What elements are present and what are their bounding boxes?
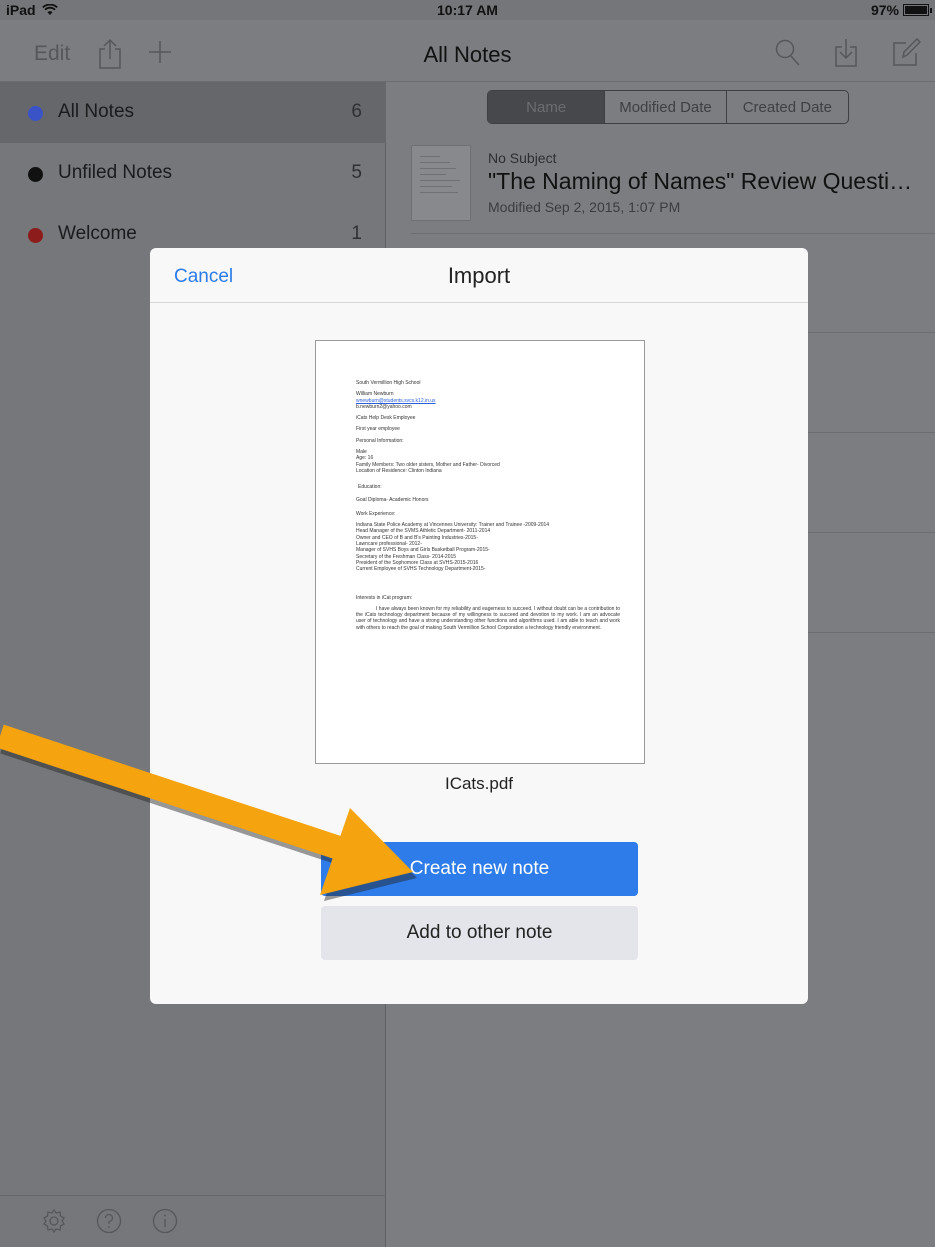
folder-count: 6 [351,101,362,122]
sidebar-toolbar [0,1195,386,1247]
folder-count: 1 [351,223,362,244]
note-subject: No Subject [488,150,557,166]
doc-education: Goal Diploma- Academic Honors [356,496,429,503]
add-to-other-note-button[interactable]: Add to other note [321,906,638,960]
doc-work-line: Current Employee of SVHS Technology Depa… [356,566,486,573]
sort-by-modified-date[interactable]: Modified Date [605,91,727,123]
battery-percent: 97% [870,2,899,18]
create-new-note-button[interactable]: Create new note [321,842,638,896]
doc-interests-heading: Interests in iCat program: [356,594,413,601]
import-icon[interactable] [834,38,858,68]
status-bar: iPad 10:17 AM 97% [0,0,935,20]
doc-education-heading: Education: [358,484,382,491]
doc-email-personal: b.newburn2@yahoo.com [356,403,412,410]
list-item[interactable]: No Subject "The Naming of Names" Review … [411,142,935,234]
file-name: ICats.pdf [444,774,514,793]
help-icon[interactable] [96,1208,122,1234]
folder-count: 5 [351,162,362,183]
doc-personal-heading: Personal Information: [356,437,404,444]
status-time: 10:17 AM [437,2,498,18]
folder-name: Unfiled Notes [58,162,173,183]
search-icon[interactable] [775,39,801,67]
sidebar-item-all-notes[interactable]: All Notes 6 [0,82,386,143]
nav-bar: Edit All Notes [0,20,935,82]
note-modified-date: Modified Sep 2, 2015, 1:07 PM [488,199,681,215]
status-battery: 97% [870,2,932,18]
import-dialog: Cancel Import South Vermillion High Scho… [150,248,808,1004]
doc-work-heading: Work Experience: [356,510,396,517]
doc-role: iCats Help Desk Employee [356,415,416,422]
note-title: "The Naming of Names" Review Questi… [488,168,913,194]
folder-name: All Notes [58,101,135,122]
doc-school: South Vermillion High School [356,380,421,386]
battery-icon [903,4,932,16]
folder-color-dot [28,106,43,121]
pdf-preview: South Vermillion High School William New… [315,340,645,764]
sort-by-name[interactable]: Name [488,91,606,123]
folder-color-dot [28,228,43,243]
sort-segmented-control: Name Modified Date Created Date [487,90,849,124]
folder-name: Welcome [58,223,137,244]
info-icon[interactable] [152,1208,178,1234]
sidebar-item-unfiled-notes[interactable]: Unfiled Notes 5 [0,143,386,204]
doc-interests-paragraph: I have always been known for my reliabil… [356,605,620,631]
folder-color-dot [28,167,43,182]
dialog-title: Import [447,263,511,288]
note-thumbnail [411,145,471,221]
sort-by-created-date[interactable]: Created Date [727,91,848,123]
compose-icon[interactable] [891,38,921,68]
doc-experience-level: First year employee [356,426,400,433]
dialog-header: Cancel Import [150,248,808,303]
gear-icon[interactable] [41,1208,67,1234]
doc-personal-line: Location of Residence: Clinton Indiana [356,467,442,474]
